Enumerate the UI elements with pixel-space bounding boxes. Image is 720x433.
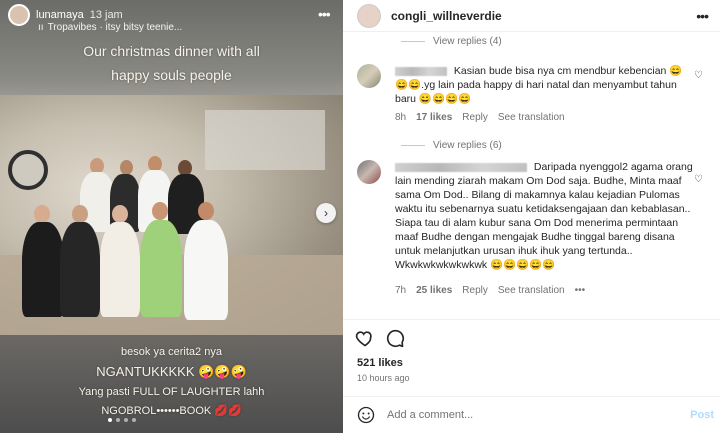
person-head	[120, 160, 133, 175]
story-more-icon[interactable]: •••	[318, 6, 331, 22]
see-translation-button[interactable]: See translation	[498, 285, 565, 296]
action-bar	[343, 319, 720, 355]
person-head	[198, 202, 214, 220]
photo-window	[205, 110, 325, 170]
chevron-right-icon: ›	[324, 206, 328, 220]
comment-body: Kasian bude bisa nya cm mendbur kebencia…	[395, 64, 695, 106]
comment-body: Daripada nyenggol2 agama orang lain mend…	[395, 160, 695, 272]
add-comment-input[interactable]	[387, 407, 667, 423]
person-head	[112, 205, 128, 223]
heart-icon[interactable]	[355, 328, 375, 348]
divider	[401, 41, 425, 42]
reply-button[interactable]: Reply	[462, 112, 488, 123]
comments-panel: congli_willneverdie ••• View replies (4)…	[343, 0, 720, 433]
next-slide-button[interactable]: ›	[316, 203, 336, 223]
comment-avatar[interactable]	[357, 64, 381, 88]
carousel-dot	[108, 418, 112, 422]
person-figure	[184, 220, 228, 320]
post-username[interactable]: congli_willneverdie	[391, 9, 502, 23]
post-time-ago: 10 hours ago	[357, 373, 410, 383]
comment-likes[interactable]: 25 likes	[416, 285, 452, 296]
carousel-dots	[108, 418, 136, 422]
story-caption-b2: NGANTUKKKKK 🤪🤪🤪	[96, 364, 247, 379]
comment-time: 8h	[395, 112, 407, 123]
comment-username-blurred[interactable]	[395, 66, 447, 76]
comment-icon[interactable]	[385, 328, 405, 348]
person-head	[34, 205, 50, 223]
carousel-dot	[124, 418, 128, 422]
person-head	[72, 205, 88, 223]
reply-button[interactable]: Reply	[462, 285, 488, 296]
story-music[interactable]: ıı Tropavibes · itsy bitsy teenie...	[38, 22, 182, 33]
story-avatar[interactable]	[8, 4, 30, 26]
more-icon[interactable]: •••	[696, 8, 709, 24]
story-caption-b4: NGOBROL••••••BOOK 💋💋	[101, 405, 242, 417]
post-header: congli_willneverdie •••	[343, 0, 720, 32]
instagram-post-view: lunamaya 13 jam ıı Tropavibes · itsy bit…	[0, 0, 720, 433]
story-time: 13 jam	[89, 9, 123, 21]
see-translation-button[interactable]: See translation	[498, 112, 565, 123]
comment-meta: 7h 25 likes Reply See translation •••	[395, 285, 585, 296]
post-image[interactable]: lunamaya 13 jam ıı Tropavibes · itsy bit…	[0, 0, 343, 433]
add-comment-bar: Post	[343, 396, 720, 433]
view-replies-button[interactable]: View replies (4)	[401, 36, 502, 47]
carousel-dot	[116, 418, 120, 422]
emoji-icon[interactable]	[357, 406, 375, 424]
story-music-label: Tropavibes · itsy bitsy teenie...	[47, 22, 183, 33]
person-head	[152, 202, 168, 220]
story-username[interactable]: lunamaya	[36, 9, 84, 21]
comment-item: Kasian bude bisa nya cm mendbur kebencia…	[357, 64, 707, 134]
story-caption-b3: Yang pasti FULL OF LAUGHTER lahh	[78, 386, 265, 398]
person-figure	[60, 222, 100, 317]
divider	[401, 145, 425, 146]
view-replies-button[interactable]: View replies (6)	[401, 140, 502, 151]
comment-avatar[interactable]	[357, 160, 381, 184]
avatar[interactable]	[357, 3, 381, 28]
comment-likes[interactable]: 17 likes	[416, 112, 452, 123]
comment-text: Daripada nyenggol2 agama orang lain mend…	[395, 161, 693, 271]
comment-meta: 8h 17 likes Reply See translation	[395, 112, 565, 123]
carousel-dot	[132, 418, 136, 422]
heart-icon[interactable]: ♡	[694, 70, 703, 81]
likes-total[interactable]: 521 likes	[357, 357, 403, 369]
comment-item: Daripada nyenggol2 agama orang lain mend…	[357, 160, 707, 300]
music-icon: ıı	[38, 22, 44, 33]
comment-username-blurred[interactable]	[395, 162, 527, 172]
story-caption-line1: Our christmas dinner with all	[83, 43, 260, 59]
view-replies-label: View replies (6)	[433, 140, 502, 151]
view-replies-label: View replies (4)	[433, 36, 502, 47]
comment-more-icon[interactable]: •••	[575, 285, 586, 296]
story-caption-b1: besok ya cerita2 nya	[121, 346, 222, 358]
post-comment-button[interactable]: Post	[690, 409, 714, 421]
person-figure	[22, 222, 64, 317]
person-figure	[140, 220, 182, 317]
story-caption-line2: happy souls people	[111, 67, 232, 83]
photo-mirror	[8, 150, 48, 190]
comment-time: 7h	[395, 285, 407, 296]
person-figure	[100, 222, 140, 317]
heart-icon[interactable]: ♡	[694, 174, 703, 185]
